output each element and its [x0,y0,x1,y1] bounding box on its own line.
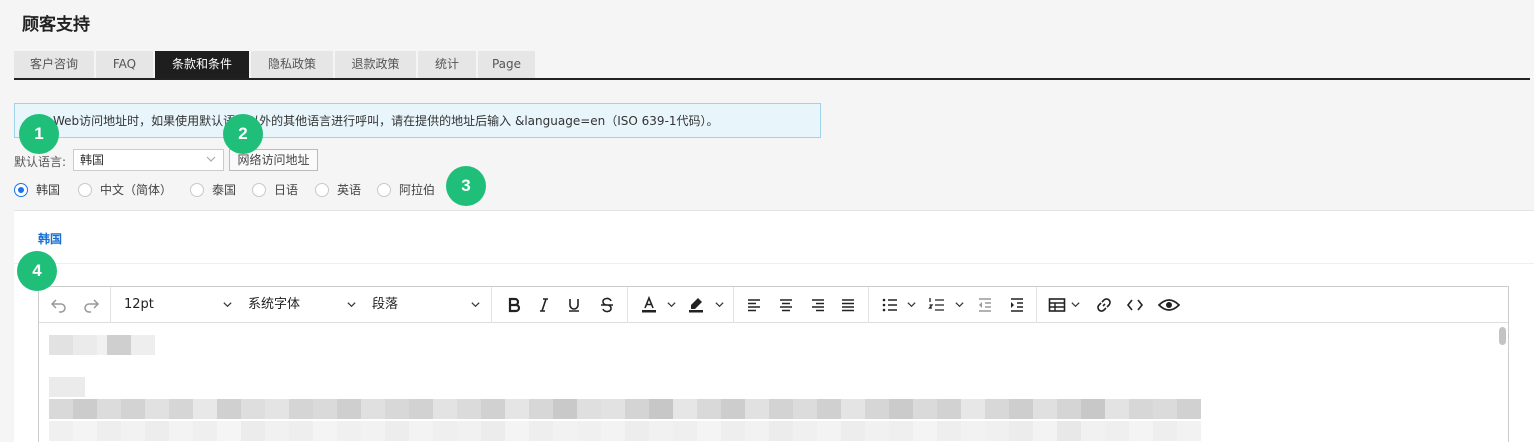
chevron-down-icon [471,302,480,308]
undo-icon[interactable] [47,294,71,316]
radio-label: 泰国 [212,183,237,197]
radio-label: 日语 [274,183,299,197]
block-format-select[interactable]: 段落 [372,295,398,315]
chevron-down-icon [907,302,916,308]
tab-refund[interactable]: 退款政策 [335,51,416,78]
bullet-list-icon[interactable] [878,294,902,316]
redo-icon[interactable] [79,294,103,316]
chevron-down-icon [667,302,676,308]
chevron-down-icon [955,302,964,308]
rich-text-editor: 12pt 系统字体 段落 [38,286,1509,442]
highlight-icon[interactable] [684,294,708,316]
toolbar-separator [1036,287,1037,323]
step-badge-4: 4 [17,251,57,291]
redacted-text [49,421,1201,441]
radio-label: 英语 [337,183,362,197]
customer-support-page: 顾客支持 客户咨询 FAQ 条款和条件 隐私政策 退款政策 统计 Page We… [0,0,1534,442]
radio-dot [252,183,266,197]
default-language-label: 默认语言: [14,155,67,169]
strikethrough-icon[interactable] [595,294,619,316]
radio-dot [190,183,204,197]
chevron-down-icon [223,302,232,308]
default-language-value: 韩国 [80,153,105,167]
toolbar-separator [627,287,628,323]
tab-terms[interactable]: 条款和条件 [155,51,249,78]
table-icon[interactable] [1045,294,1069,316]
step-badge-2: 2 [223,114,263,154]
align-right-icon[interactable] [806,294,830,316]
step-badge-3: 3 [446,166,486,206]
indent-icon[interactable] [1005,294,1029,316]
radio-label: 中文（简体） [100,183,173,197]
tab-bar: 客户咨询 FAQ 条款和条件 隐私政策 退款政策 统计 Page [14,51,1530,80]
language-content-panel: 韩国 12pt 系统字体 段落 [14,210,1534,442]
tab-page[interactable]: Page [478,51,535,78]
tab-privacy[interactable]: 隐私政策 [251,51,333,78]
redacted-text [49,399,1201,419]
link-icon[interactable] [1092,294,1116,316]
toolbar-separator [110,287,111,323]
step-badge-1: 1 [19,114,59,154]
radio-dot [78,183,92,197]
font-size-select[interactable]: 12pt [124,295,154,315]
outdent-icon[interactable] [973,294,997,316]
chevron-down-icon [1071,302,1080,308]
radio-label: 阿拉伯 [399,183,436,197]
info-message: Web访问地址时，如果使用默认语言以外的其他语言进行呼叫，请在提供的地址后输入 … [14,103,821,138]
align-center-icon[interactable] [774,294,798,316]
editor-content[interactable] [39,323,1508,442]
chevron-down-icon [347,302,356,308]
page-title: 顾客支持 [22,15,90,35]
tab-statistics[interactable]: 统计 [418,51,476,78]
justify-icon[interactable] [836,294,860,316]
redacted-text [49,335,155,355]
radio-dot [14,183,28,197]
radio-label: 韩国 [36,183,61,197]
tab-faq[interactable]: FAQ [96,51,153,78]
toolbar-separator [868,287,869,323]
align-left-icon[interactable] [742,294,766,316]
chevron-down-icon [206,156,216,162]
editor-toolbar: 12pt 系统字体 段落 [39,287,1508,323]
default-language-select[interactable]: 韩国 [73,149,224,171]
numbered-list-icon[interactable] [925,294,949,316]
underline-icon[interactable] [562,294,586,316]
radio-dot [315,183,329,197]
scrollbar-thumb[interactable] [1499,327,1506,345]
preview-icon[interactable] [1155,294,1183,316]
tab-customer-inquiry[interactable]: 客户咨询 [14,51,94,78]
chevron-down-icon [715,302,724,308]
italic-icon[interactable] [532,294,556,316]
redacted-text [49,377,85,397]
text-color-icon[interactable] [637,294,661,316]
toolbar-separator [491,287,492,323]
code-icon[interactable] [1123,294,1147,316]
radio-dot [377,183,391,197]
divider [14,263,1534,264]
panel-heading: 韩国 [38,232,63,246]
toolbar-separator [733,287,734,323]
font-family-select[interactable]: 系统字体 [248,295,300,315]
bold-icon[interactable] [502,294,526,316]
